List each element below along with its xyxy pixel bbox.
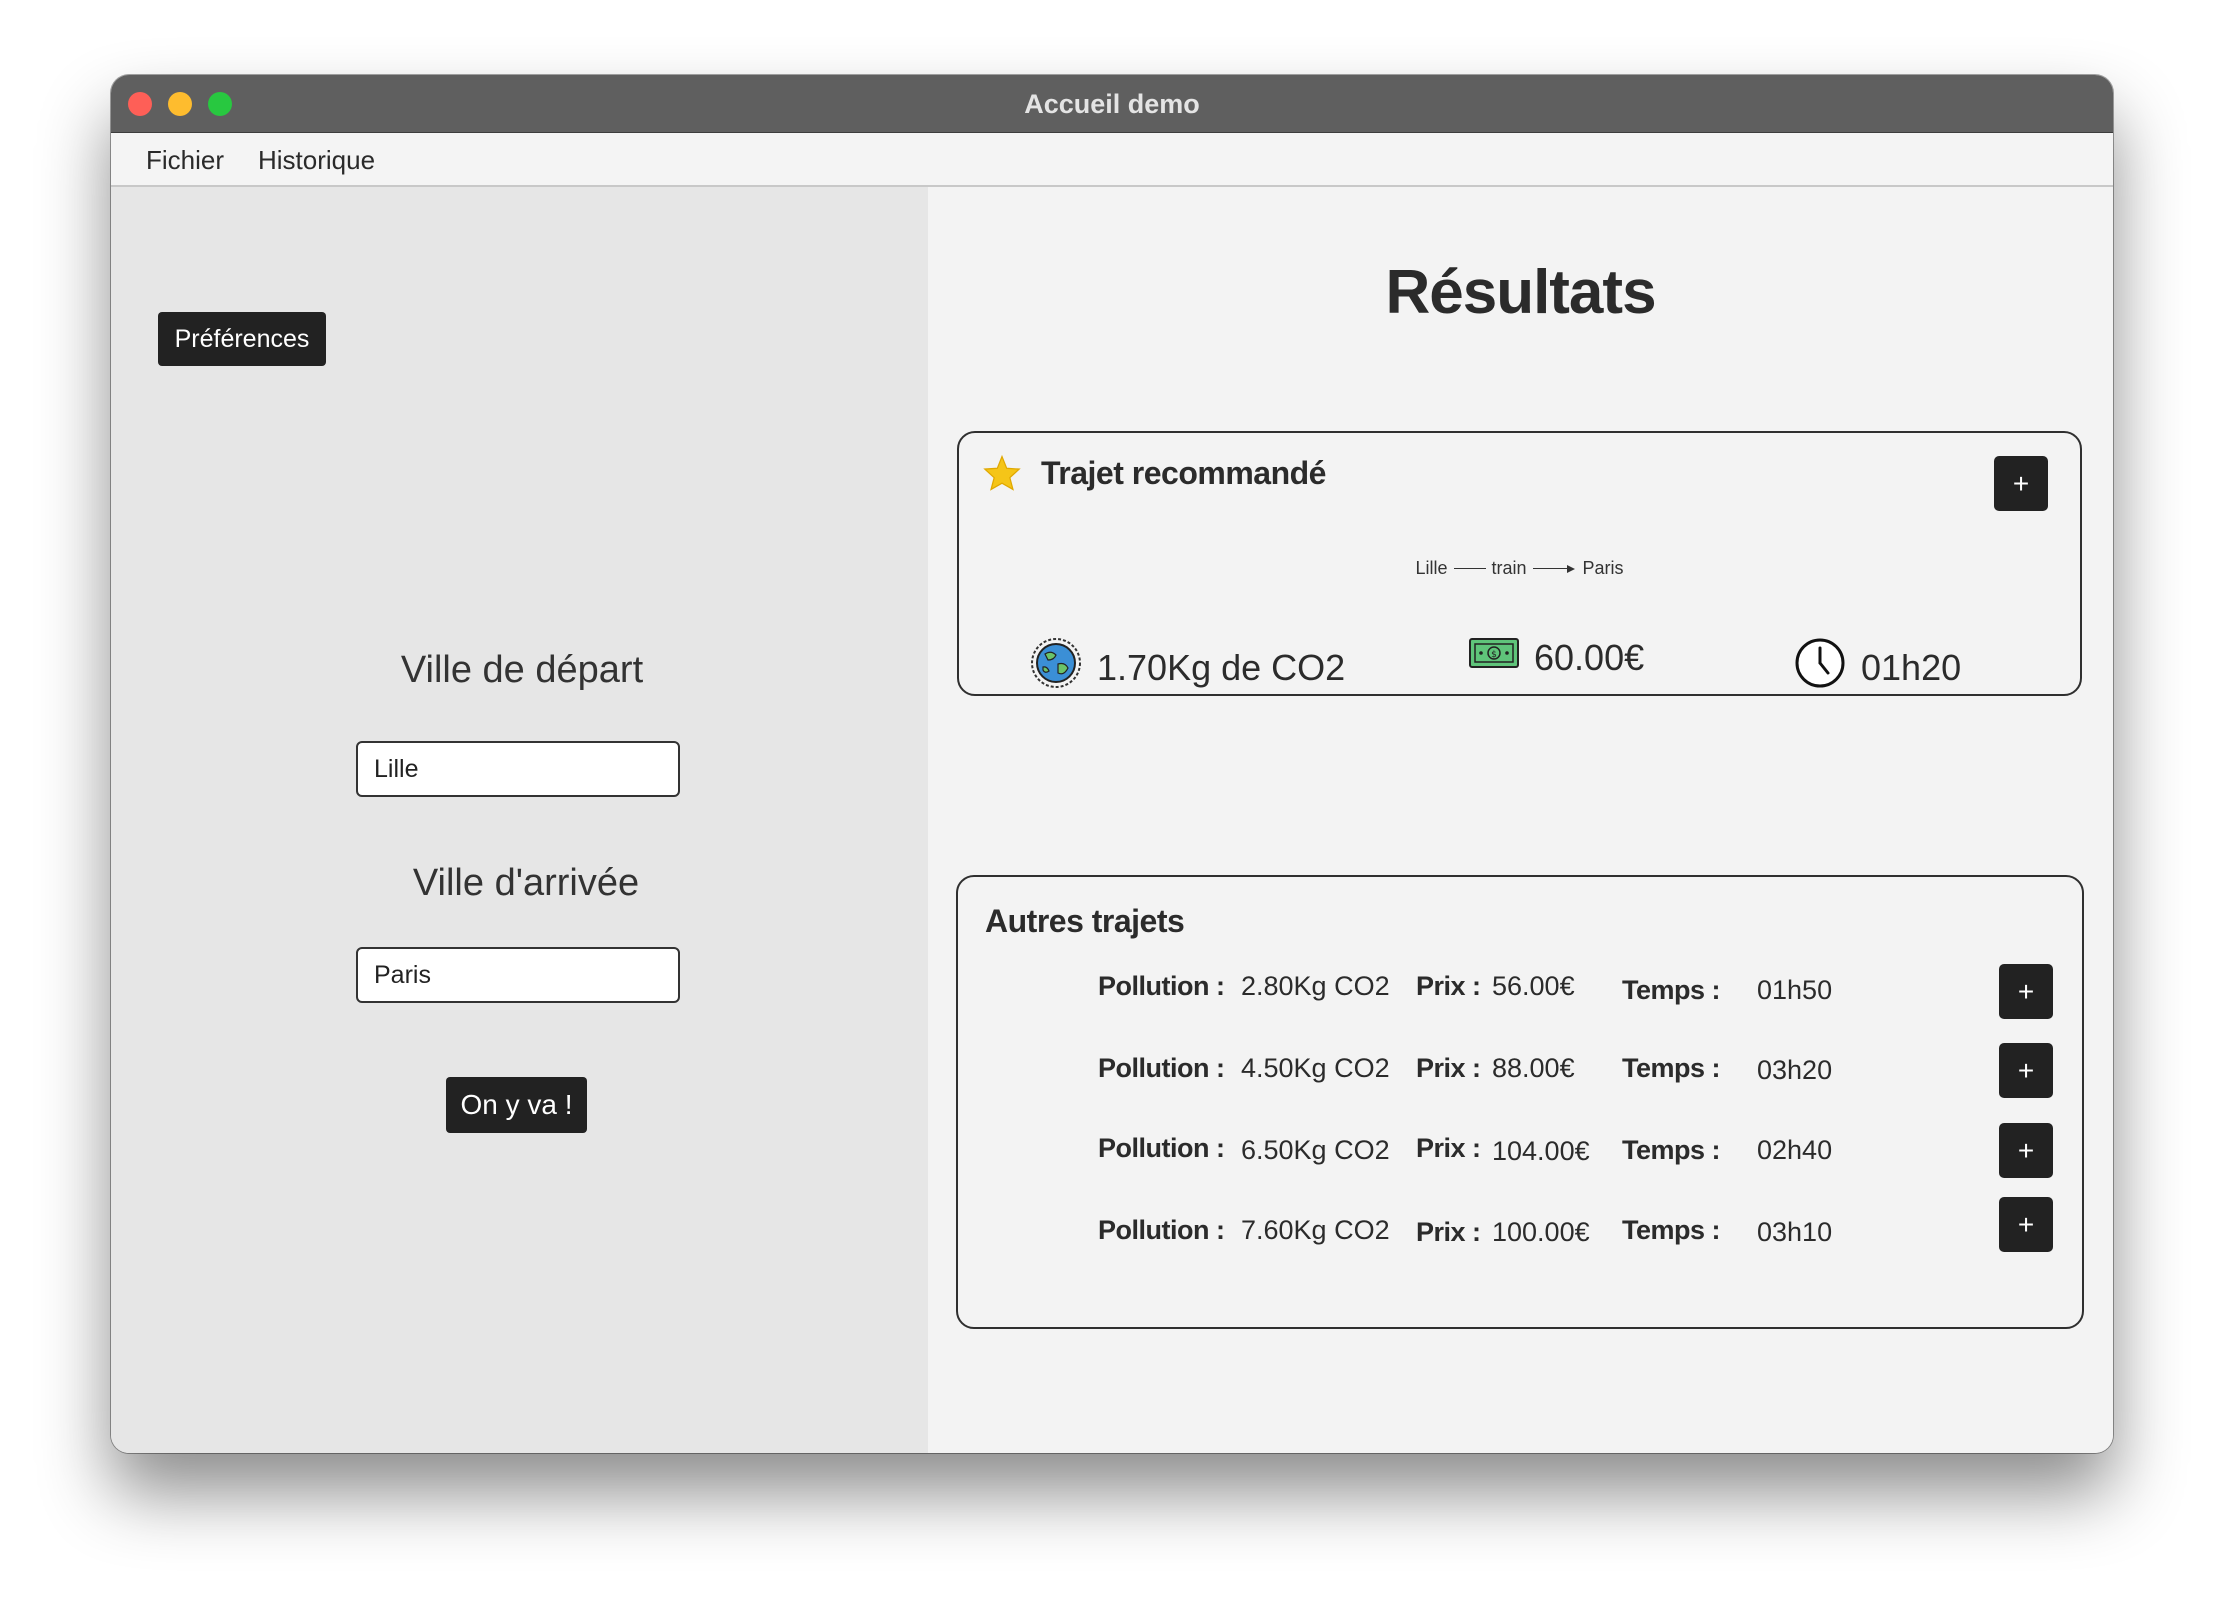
- pollution-label: Pollution :: [1098, 1053, 1225, 1083]
- time-label: Temps :: [1622, 1215, 1721, 1245]
- route-from: Lille: [1415, 558, 1448, 578]
- clock-icon: [1793, 636, 1861, 699]
- trip-row: Pollution : 6.50Kg CO2 Prix : 104.00€ Te…: [958, 1123, 2082, 1178]
- window-title: Accueil demo: [1024, 89, 1200, 119]
- recommended-trip-card: Trajet recommandé + Lille train Paris 1.…: [957, 431, 2082, 696]
- time-value: 01h50: [1757, 975, 1833, 1005]
- time-label: Temps :: [1622, 975, 1721, 1005]
- banknote-icon: $: [1468, 636, 1534, 679]
- time-label: Temps :: [1622, 1053, 1721, 1083]
- title-bar: Accueil demo: [111, 75, 2113, 133]
- preferences-button[interactable]: Préférences: [158, 312, 326, 366]
- other-trips-title: Autres trajets: [985, 903, 1185, 939]
- results-title: Résultats: [1385, 258, 1656, 327]
- price-value: 88.00€: [1492, 1053, 1575, 1083]
- time-metric: 01h20: [1793, 636, 1961, 699]
- arrival-input[interactable]: [356, 947, 680, 1003]
- pollution-value: 6.50Kg CO2: [1241, 1135, 1390, 1165]
- price-label: Prix :: [1416, 971, 1481, 1001]
- pollution-value: 7.60Kg CO2: [1241, 1215, 1390, 1245]
- pollution-value: 4.50Kg CO2: [1241, 1053, 1390, 1083]
- price-label: Prix :: [1416, 1217, 1481, 1247]
- search-panel: Préférences Ville de départ Ville d'arri…: [111, 187, 928, 1453]
- menu-bar: Fichier Historique: [111, 133, 2113, 187]
- route-mode: train: [1491, 558, 1527, 578]
- menu-fichier[interactable]: Fichier: [146, 145, 224, 176]
- price-metric: $ 60.00€: [1468, 636, 1644, 679]
- pollution-label: Pollution :: [1098, 1133, 1225, 1163]
- time-label: Temps :: [1622, 1135, 1721, 1165]
- route-to: Paris: [1582, 558, 1624, 578]
- other-trips-card: Autres trajets Pollution : 2.80Kg CO2 Pr…: [956, 875, 2084, 1329]
- trip-row: Pollution : 2.80Kg CO2 Prix : 56.00€ Tem…: [958, 964, 2082, 1019]
- svg-text:$: $: [1491, 650, 1497, 660]
- trip-add-button[interactable]: +: [1999, 1197, 2053, 1252]
- trip-row: Pollution : 4.50Kg CO2 Prix : 88.00€ Tem…: [958, 1043, 2082, 1098]
- route-summary: Lille train Paris: [959, 558, 2080, 579]
- trip-row: Pollution : 7.60Kg CO2 Prix : 100.00€ Te…: [958, 1197, 2082, 1255]
- trip-add-button[interactable]: +: [1999, 1123, 2053, 1178]
- go-button[interactable]: On y va !: [446, 1077, 587, 1133]
- results-panel: Résultats Trajet recommandé + Lille trai…: [928, 187, 2113, 1453]
- earth-icon: [1029, 636, 1097, 699]
- time-value: 02h40: [1757, 1135, 1833, 1165]
- trip-add-button[interactable]: +: [1999, 964, 2053, 1019]
- pollution-label: Pollution :: [1098, 1215, 1225, 1245]
- arrival-label: Ville d'arrivée: [412, 862, 640, 904]
- co2-metric: 1.70Kg de CO2: [1029, 636, 1345, 699]
- star-icon: [983, 454, 1021, 496]
- recommended-trip-title: Trajet recommandé: [1041, 455, 1326, 491]
- time-value: 01h20: [1861, 646, 1962, 688]
- price-value: 56.00€: [1492, 971, 1575, 1001]
- app-window: Accueil demo Fichier Historique Préféren…: [111, 75, 2113, 1453]
- time-value: 03h10: [1757, 1217, 1833, 1247]
- departure-label: Ville de départ: [400, 649, 644, 691]
- route-arrow-icon: [1566, 564, 1575, 573]
- price-label: Prix :: [1416, 1053, 1481, 1083]
- co2-value: 1.70Kg de CO2: [1097, 646, 1346, 688]
- pollution-label: Pollution :: [1098, 971, 1225, 1001]
- recommended-trip-add-button[interactable]: +: [1994, 456, 2048, 511]
- trip-add-button[interactable]: +: [1999, 1043, 2053, 1098]
- price-value: 100.00€: [1492, 1217, 1590, 1247]
- time-value: 03h20: [1757, 1055, 1833, 1085]
- price-value: 60.00€: [1534, 636, 1645, 678]
- price-label: Prix :: [1416, 1133, 1481, 1163]
- pollution-value: 2.80Kg CO2: [1241, 971, 1390, 1001]
- price-value: 104.00€: [1492, 1136, 1590, 1166]
- departure-input[interactable]: [356, 741, 680, 797]
- menu-historique[interactable]: Historique: [258, 145, 375, 176]
